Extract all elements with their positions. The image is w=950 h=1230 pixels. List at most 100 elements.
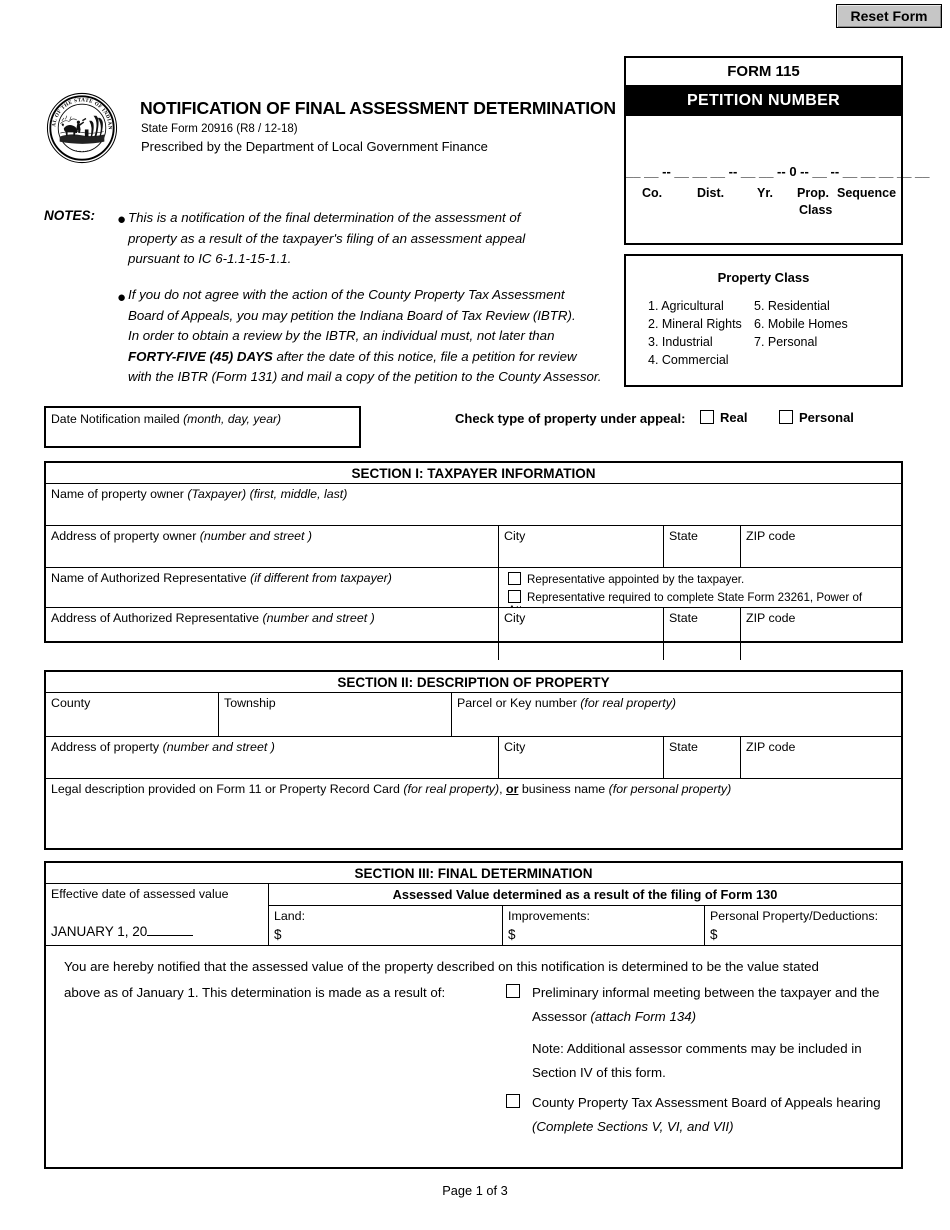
land-currency-symbol: $ (274, 927, 282, 942)
notes-item-1-line-2: property as a result of the taxpayer's f… (128, 230, 526, 246)
prescribed-by-text: Prescribed by the Department of Local Go… (141, 139, 488, 154)
notes-bullet-2: ● (117, 289, 127, 306)
option-cptaba-hearing-line-1: County Property Tax Assessment Board of … (532, 1095, 881, 1110)
owner-zip-label: ZIP code (746, 529, 796, 543)
petition-number-box: FORM 115 PETITION NUMBER __ __ -- __ __ … (624, 56, 930, 245)
rep-zip-field[interactable]: ZIP code (740, 608, 901, 660)
property-class-item: 7. Personal (754, 335, 818, 349)
rep-address-field[interactable]: Address of Authorized Representative (nu… (46, 608, 498, 660)
date-notification-mailed-field[interactable]: Date Notification mailed (month, day, ye… (44, 406, 361, 448)
parcel-hint: (for real property) (580, 696, 677, 710)
notes-item-2-line-5: with the IBTR (Form 131) and mail a copy… (128, 369, 602, 384)
option-cptaba-hearing[interactable]: County Property Tax Assessment Board of … (506, 1091, 906, 1139)
page-footer: Page 1 of 3 (442, 1183, 508, 1198)
property-city-field[interactable]: City (498, 737, 663, 778)
determination-text-line-1: You are hereby notified that the assesse… (64, 959, 819, 974)
table-row: Name of property owner (Taxpayer) (first… (46, 484, 901, 526)
date-mailed-hint: (month, day, year) (183, 412, 282, 426)
rep-poa-checkbox[interactable] (508, 590, 521, 603)
rep-name-field[interactable]: Name of Authorized Representative (if di… (46, 568, 498, 607)
owner-zip-field[interactable]: ZIP code (740, 526, 901, 567)
cptaba-hearing-checkbox[interactable] (506, 1094, 520, 1108)
notes-bullet-1: ● (117, 211, 127, 228)
notes-item-2-line-3: In order to obtain a review by the IBTR,… (128, 328, 555, 343)
rep-appointed-option[interactable]: Representative appointed by the taxpayer… (508, 572, 744, 586)
section-2-heading: SECTION II: DESCRIPTION OF PROPERTY (46, 672, 901, 693)
notes-item-2-line-2: Board of Appeals, you may petition the I… (128, 307, 576, 323)
state-form-number: State Form 20916 (R8 / 12-18) (141, 123, 298, 135)
county-field[interactable]: County (46, 693, 218, 736)
property-class-left-column: 1. Agricultural 2. Mineral Rights 3. Ind… (648, 297, 742, 369)
notes-item-1-line-1: This is a notification of the final dete… (128, 210, 521, 225)
petition-label-class: Class (799, 203, 833, 217)
owner-city-field[interactable]: City (498, 526, 663, 567)
land-label: Land: (274, 909, 306, 923)
petition-number-blanks: __ __ -- __ __ __ -- __ __ -- 0 -- __ --… (626, 164, 930, 179)
table-row: Address of Authorized Representative (nu… (46, 608, 901, 660)
property-address-hint: (number and street ) (162, 740, 275, 754)
parcel-number-field[interactable]: Parcel or Key number (for real property) (451, 693, 901, 736)
petition-label-dist: Dist. (697, 186, 725, 200)
complete-sections-hint: (Complete Sections V, VI, and VII) (532, 1119, 734, 1134)
assessed-value-row: Effective date of assessed value JANUARY… (46, 884, 901, 946)
personal-property-value-field[interactable]: Personal Property/Deductions: $ (704, 906, 901, 946)
property-zip-label: ZIP code (746, 740, 796, 754)
section-1-taxpayer-information: SECTION I: TAXPAYER INFORMATION Name of … (44, 461, 903, 660)
improvements-currency-symbol: $ (508, 927, 516, 942)
rep-poa-option[interactable]: Representative required to complete Stat… (508, 590, 901, 607)
representative-checkbox-group: Representative appointed by the taxpayer… (498, 568, 901, 607)
rep-state-label: State (669, 611, 698, 625)
owner-name-field[interactable]: Name of property owner (Taxpayer) (first… (46, 484, 901, 525)
forty-five-days-emphasis: FORTY-FIVE (45) DAYS (128, 348, 273, 364)
real-label: Real (720, 410, 748, 425)
real-checkbox[interactable] (700, 410, 714, 424)
township-label: Township (224, 696, 276, 710)
owner-state-field[interactable]: State (663, 526, 740, 567)
property-state-field[interactable]: State (663, 737, 740, 778)
township-field[interactable]: Township (218, 693, 451, 736)
personal-checkbox[interactable] (779, 410, 793, 424)
property-class-right-column: 5. Residential 6. Mobile Homes 7. Person… (754, 297, 848, 351)
owner-state-label: State (669, 529, 698, 543)
petition-number-header: PETITION NUMBER (626, 86, 901, 116)
check-type-real[interactable]: Real (700, 410, 747, 425)
check-type-prompt: Check type of property under appeal: (455, 411, 686, 426)
determination-text-line-2: above as of January 1. This determinatio… (64, 985, 446, 1000)
property-address-field[interactable]: Address of property (number and street ) (46, 737, 498, 778)
legal-description-field[interactable]: Legal description provided on Form 11 or… (46, 779, 901, 849)
january-date-entry[interactable]: JANUARY 1, 20 (51, 924, 194, 939)
effective-date-label: Effective date of assessed value (51, 887, 229, 901)
property-class-title: Property Class (717, 270, 810, 285)
reset-form-button[interactable]: Reset Form (836, 4, 942, 28)
option-preliminary-meeting-line-1: Preliminary informal meeting between the… (532, 985, 880, 1000)
assessor-comments-note-line-2: Section IV of this form. (532, 1065, 666, 1080)
assessor-comments-note: Note: Additional assessor comments may b… (532, 1037, 927, 1085)
option-preliminary-meeting[interactable]: Preliminary informal meeting between the… (506, 981, 901, 1029)
owner-name-hint-1: (Taxpayer) (187, 487, 247, 501)
effective-date-field[interactable]: Effective date of assessed value JANUARY… (46, 884, 268, 945)
rep-city-field[interactable]: City (498, 608, 663, 660)
check-type-personal[interactable]: Personal (779, 410, 854, 425)
parcel-label: Parcel or Key number (457, 696, 577, 710)
indiana-state-seal-icon: SEAL OF THE STATE OF INDIANA 1816 (44, 88, 118, 164)
notes-item-1-line-3: pursuant to IC 6-1.1-15-1.1. (128, 251, 292, 266)
preliminary-meeting-checkbox[interactable] (506, 984, 520, 998)
notes-label: NOTES: (44, 208, 96, 223)
improvements-value-field[interactable]: Improvements: $ (502, 906, 704, 946)
option-cptaba-hearing-line-2: (Complete Sections V, VI, and VII) (532, 1115, 906, 1139)
rep-state-field[interactable]: State (663, 608, 740, 660)
january-year-blank[interactable] (147, 935, 194, 936)
personal-label: Personal (799, 410, 854, 425)
land-value-field[interactable]: Land: $ (268, 906, 502, 946)
petition-number-entry[interactable]: __ __ -- __ __ __ -- __ __ -- 0 -- __ --… (626, 116, 930, 243)
property-zip-field[interactable]: ZIP code (740, 737, 901, 778)
legal-description-middle: business name (518, 782, 609, 796)
table-row: Legal description provided on Form 11 or… (46, 779, 901, 849)
legal-description-or: or (506, 782, 519, 796)
rep-appointed-checkbox[interactable] (508, 572, 521, 585)
county-label: County (51, 696, 91, 710)
section-2-description-of-property: SECTION II: DESCRIPTION OF PROPERTY Coun… (44, 670, 903, 850)
petition-label-yr: Yr. (757, 186, 773, 200)
rep-poa-label: Representative required to complete Stat… (508, 591, 863, 607)
owner-address-field[interactable]: Address of property owner (number and st… (46, 526, 498, 567)
